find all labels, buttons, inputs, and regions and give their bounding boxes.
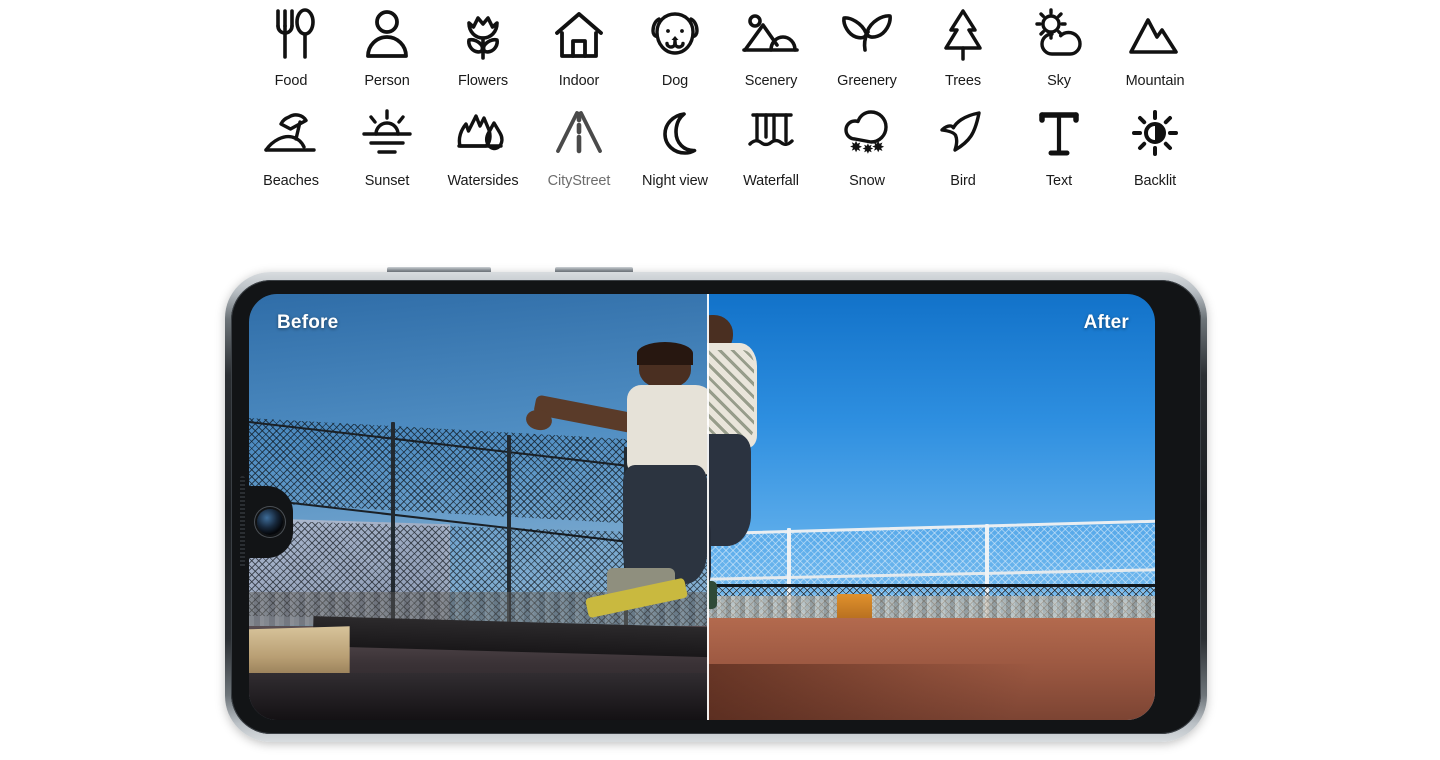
after-image-pane[interactable]: After [706,294,1155,720]
person-icon [355,4,419,64]
watersides-icon [451,104,515,164]
scene-item-food[interactable]: Food [243,4,339,90]
scene-item-person[interactable]: Person [339,4,435,90]
scene-label-waterfall: Waterfall [743,173,799,189]
before-after-viewer: Before After [249,294,1155,720]
scene-item-backlit[interactable]: Backlit [1107,104,1203,190]
scene-item-mountain[interactable]: Mountain [1107,4,1203,90]
scene-detection-grid: Food Person Flowers Indoor Dog Scenery G… [243,4,1203,190]
scene-label-person: Person [364,73,410,89]
text-icon [1027,104,1091,164]
scene-label-night-view: Night view [642,173,708,189]
backlit-icon [1123,104,1187,164]
scene-row-2: Beaches Sunset Watersides CityStreet Nig… [243,104,1203,190]
before-after-divider[interactable] [706,294,709,720]
scene-label-scenery: Scenery [744,73,798,89]
trees-icon [931,4,995,64]
sunset-icon [355,104,419,164]
before-label: Before [277,312,339,333]
earpiece-speaker-icon [240,476,245,568]
scene-label-text: Text [1045,173,1073,189]
front-camera-lens-icon [257,509,283,535]
scene-item-trees[interactable]: Trees [915,4,1011,90]
skater-shirt [626,384,707,475]
page-root: Food Person Flowers Indoor Dog Scenery G… [0,0,1440,760]
scene-item-sky[interactable]: Sky [1011,4,1107,90]
scene-label-backlit: Backlit [1133,173,1176,189]
before-skater-figure [524,341,707,677]
scene-label-food: Food [274,73,308,89]
scene-label-trees: Trees [944,73,982,89]
scene-item-dog[interactable]: Dog [627,4,723,90]
phone-screen: Before After [249,294,1155,720]
scenery-icon [739,4,803,64]
scene-item-bird[interactable]: Bird [915,104,1011,190]
scene-label-sky: Sky [1047,73,1071,89]
greenery-icon [835,4,899,64]
scene-item-snow[interactable]: Snow [819,104,915,190]
scene-item-waterfall[interactable]: Waterfall [723,104,819,190]
phone-device: Before After [225,267,1207,742]
skater-shirt-pattern [706,350,754,442]
scene-label-sunset: Sunset [364,173,410,189]
flowers-icon [451,4,515,64]
scene-item-text[interactable]: Text [1011,104,1107,190]
snow-icon [835,104,899,164]
skater-pants [622,464,707,585]
scene-item-beaches[interactable]: Beaches [243,104,339,190]
skater-hair [636,341,694,366]
sky-icon [1027,4,1091,64]
scene-item-indoor[interactable]: Indoor [531,4,627,90]
scene-item-flowers[interactable]: Flowers [435,4,531,90]
scene-item-scenery[interactable]: Scenery [723,4,819,90]
scene-label-snow: Snow [849,173,885,189]
scene-label-beaches: Beaches [263,173,319,189]
mountain-icon [1123,4,1187,64]
food-icon [259,4,323,64]
night-view-icon [643,104,707,164]
scene-label-indoor: Indoor [558,73,600,89]
citystreet-icon [547,104,611,164]
after-label: After [1083,312,1129,333]
dog-icon [643,4,707,64]
scene-item-watersides[interactable]: Watersides [435,104,531,190]
before-deck [249,673,707,720]
scene-item-sunset[interactable]: Sunset [339,104,435,190]
scene-item-citystreet[interactable]: CityStreet [531,104,627,190]
waterfall-icon [739,104,803,164]
after-skater-figure [706,315,779,664]
scene-label-citystreet: CityStreet [547,173,611,189]
scene-item-greenery[interactable]: Greenery [819,4,915,90]
indoor-icon [547,4,611,64]
phone-body: Before After [231,280,1201,734]
scene-item-night-view[interactable]: Night view [627,104,723,190]
before-image-pane[interactable]: Before [249,294,707,720]
scene-row-1: Food Person Flowers Indoor Dog Scenery G… [243,4,1203,90]
scene-label-flowers: Flowers [457,73,509,89]
skater-pants-after [706,434,751,546]
scene-label-dog: Dog [661,73,689,89]
scene-label-greenery: Greenery [837,73,897,89]
scene-label-watersides: Watersides [447,173,519,189]
scene-label-mountain: Mountain [1125,73,1185,89]
scene-label-bird: Bird [950,173,976,189]
bird-icon [931,104,995,164]
beaches-icon [259,104,323,164]
